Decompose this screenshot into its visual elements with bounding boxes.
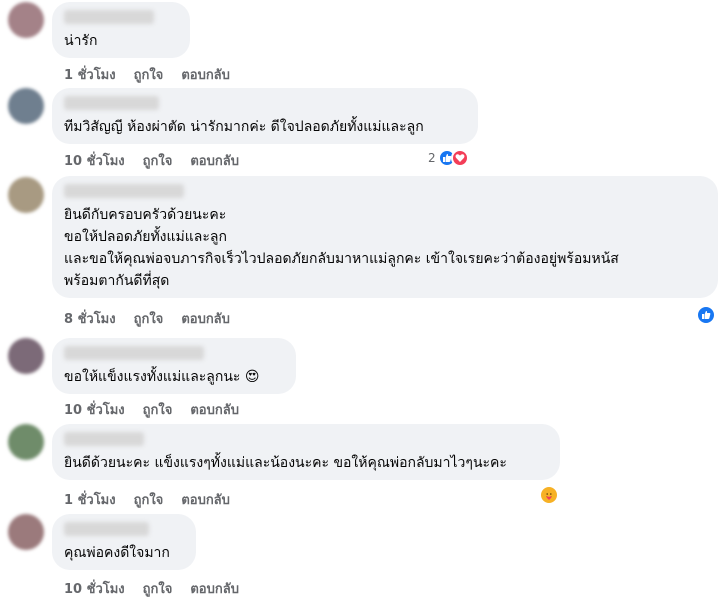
comment-bubble: น่ารัก (52, 2, 190, 58)
author-name[interactable] (64, 10, 154, 24)
reply-button[interactable]: ตอบกลับ (190, 150, 239, 171)
avatar[interactable] (8, 88, 44, 124)
author-name[interactable] (64, 432, 144, 446)
like-icon (696, 305, 716, 325)
like-button[interactable]: ถูกใจ (134, 489, 164, 510)
comment-actions: 10 ชั่วโมง ถูกใจ ตอบกลับ (64, 399, 239, 420)
comment-actions: 10 ชั่วโมง ถูกใจ ตอบกลับ (64, 150, 239, 171)
author-name[interactable] (64, 522, 149, 536)
comment-text: คุณพ่อคงดีใจมาก (64, 545, 170, 561)
timestamp[interactable]: 10 ชั่วโมง (64, 399, 125, 420)
comment-actions: 10 ชั่วโมง ถูกใจ ตอบกลับ (64, 578, 239, 599)
comment-bubble: ทีมวิสัญญี ห้องผ่าตัด น่ารักมากค่ะ ดีใจป… (52, 88, 478, 144)
like-button[interactable]: ถูกใจ (134, 308, 164, 329)
like-button[interactable]: ถูกใจ (143, 399, 173, 420)
comment-text: ขอให้แข็งแรงทั้งแม่และลูกนะ 😍 (64, 369, 260, 385)
comment-actions: 1 ชั่วโมง ถูกใจ ตอบกลับ (64, 489, 230, 510)
avatar[interactable] (8, 424, 44, 460)
care-icon (539, 485, 559, 505)
reply-button[interactable]: ตอบกลับ (190, 578, 239, 599)
author-name[interactable] (64, 346, 204, 360)
like-button[interactable]: ถูกใจ (143, 150, 173, 171)
author-name[interactable] (64, 184, 184, 198)
reply-button[interactable]: ตอบกลับ (190, 399, 239, 420)
comment-text: ทีมวิสัญญี ห้องผ่าตัด น่ารักมากค่ะ ดีใจป… (64, 119, 424, 135)
author-name[interactable] (64, 96, 159, 110)
timestamp[interactable]: 10 ชั่วโมง (64, 150, 125, 171)
love-icon (450, 149, 469, 167)
comment-actions: 1 ชั่วโมง ถูกใจ ตอบกลับ (64, 64, 230, 85)
comment-text: ยินดีกับครอบครัวด้วยนะคะ ขอให้ปลอดภัยทั้… (64, 207, 619, 289)
comment-text: น่ารัก (64, 33, 98, 49)
reaction-summary[interactable] (539, 485, 559, 505)
reaction-count: 2 (428, 151, 436, 165)
comment-bubble: ขอให้แข็งแรงทั้งแม่และลูกนะ 😍 (52, 338, 296, 394)
reply-button[interactable]: ตอบกลับ (181, 308, 230, 329)
avatar[interactable] (8, 338, 44, 374)
avatar[interactable] (8, 514, 44, 550)
timestamp[interactable]: 1 ชั่วโมง (64, 489, 116, 510)
like-button[interactable]: ถูกใจ (134, 64, 164, 85)
timestamp[interactable]: 1 ชั่วโมง (64, 64, 116, 85)
comment-bubble: ยินดีกับครอบครัวด้วยนะคะ ขอให้ปลอดภัยทั้… (52, 176, 718, 298)
comment-bubble: คุณพ่อคงดีใจมาก (52, 514, 196, 570)
like-button[interactable]: ถูกใจ (143, 578, 173, 599)
comment-actions: 8 ชั่วโมง ถูกใจ ตอบกลับ (64, 308, 230, 329)
comment-bubble: ยินดีด้วยนะคะ แข็งแรงๆทั้งแม่และน้องนะคะ… (52, 424, 560, 480)
comment-text: ยินดีด้วยนะคะ แข็งแรงๆทั้งแม่และน้องนะคะ… (64, 455, 507, 471)
reaction-summary[interactable] (696, 305, 716, 325)
reply-button[interactable]: ตอบกลับ (181, 489, 230, 510)
reply-button[interactable]: ตอบกลับ (181, 64, 230, 85)
avatar[interactable] (8, 2, 44, 38)
timestamp[interactable]: 8 ชั่วโมง (64, 308, 116, 329)
timestamp[interactable]: 10 ชั่วโมง (64, 578, 125, 599)
avatar[interactable] (8, 177, 44, 213)
reaction-summary[interactable]: 2 (428, 149, 469, 167)
